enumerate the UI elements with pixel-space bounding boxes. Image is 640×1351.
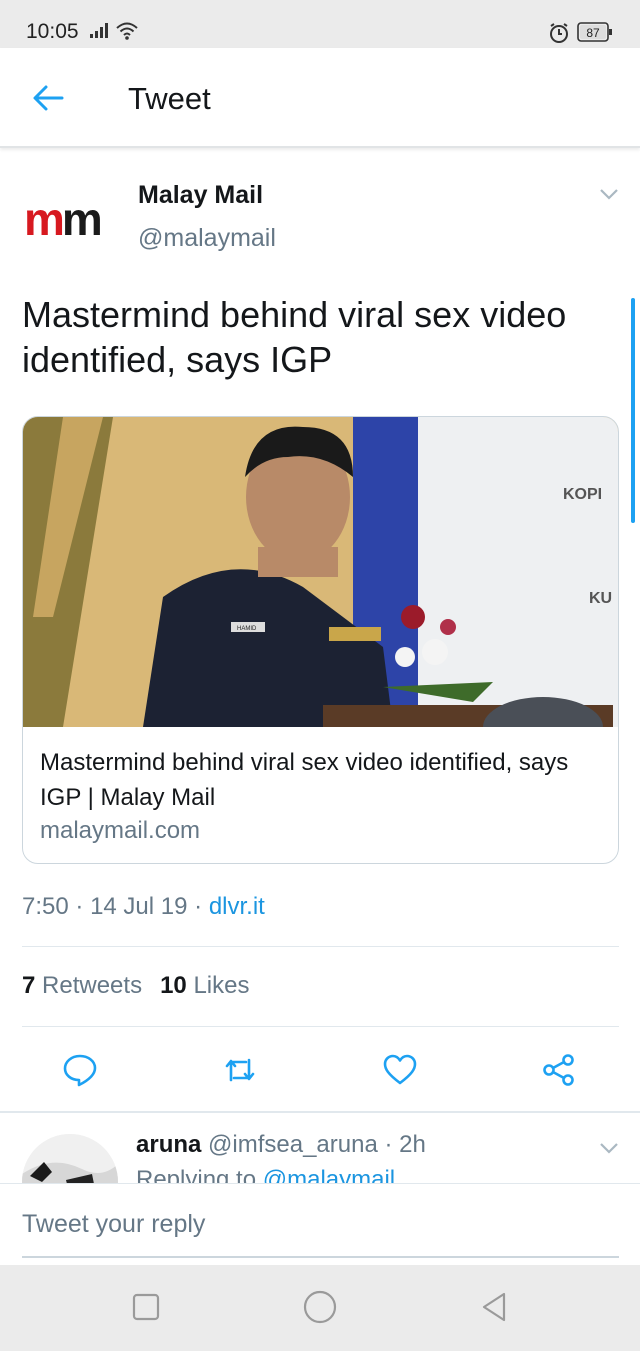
source-link[interactable]: dlvr.it xyxy=(209,893,265,920)
reply-composer: Tweet your reply xyxy=(0,1183,640,1265)
alarm-icon xyxy=(550,23,568,43)
retweet-icon xyxy=(225,1058,255,1082)
system-nav-bar xyxy=(0,1265,640,1351)
retweet-button[interactable] xyxy=(222,1052,258,1088)
wifi-icon xyxy=(116,22,138,40)
reply-input[interactable]: Tweet your reply xyxy=(22,1210,205,1239)
arrow-left-icon xyxy=(33,85,64,111)
reply-header: aruna @imfsea_aruna · 2h xyxy=(136,1131,426,1158)
reply-age: 2h xyxy=(399,1131,426,1158)
signal-icon xyxy=(90,23,108,38)
retweets-stat[interactable]: 7 Retweets xyxy=(22,972,142,999)
app-header: Tweet xyxy=(0,48,640,148)
status-time: 10:05 xyxy=(26,20,79,43)
divider xyxy=(22,1026,619,1027)
card-domain: malaymail.com xyxy=(40,817,201,844)
link-card[interactable]: KOPI KU HAMID Mastermind behind viral se… xyxy=(22,416,619,864)
card-title: Mastermind behind viral sex video identi… xyxy=(40,749,569,811)
divider xyxy=(22,946,619,947)
square-icon xyxy=(132,1293,160,1321)
reply-options-button[interactable] xyxy=(598,1140,620,1156)
heart-icon xyxy=(383,1054,417,1085)
tweet-options-button[interactable] xyxy=(598,186,620,202)
tweet-text: Mastermind behind viral sex video identi… xyxy=(22,294,567,380)
share-button[interactable] xyxy=(541,1052,577,1088)
like-button[interactable] xyxy=(382,1052,418,1088)
author-name[interactable]: Malay Mail xyxy=(138,181,263,210)
share-icon xyxy=(543,1054,574,1086)
input-underline xyxy=(22,1256,619,1258)
reply-author-name[interactable]: aruna xyxy=(136,1131,201,1158)
reply-button[interactable] xyxy=(62,1052,98,1088)
card-image-badge: HAMID xyxy=(237,626,257,632)
card-image-sign-2: KU xyxy=(589,590,612,607)
back-button[interactable] xyxy=(30,80,70,116)
scroll-indicator xyxy=(631,298,635,523)
reply-author-handle[interactable]: @imfsea_aruna xyxy=(208,1131,378,1158)
likes-stat[interactable]: 10 Likes xyxy=(160,972,249,999)
recent-apps-button[interactable] xyxy=(128,1289,164,1325)
system-back-button[interactable] xyxy=(476,1289,512,1325)
battery-icon: 87 xyxy=(577,22,613,47)
card-image-sign-1: KOPI xyxy=(563,486,602,503)
home-button[interactable] xyxy=(302,1289,338,1325)
triangle-back-icon xyxy=(482,1292,506,1322)
card-image: KOPI KU HAMID xyxy=(23,417,618,727)
circle-icon xyxy=(303,1290,337,1324)
author-handle[interactable]: @malaymail xyxy=(138,224,276,253)
status-bar: 10:05 87 xyxy=(0,0,640,48)
page-title: Tweet xyxy=(128,81,211,116)
reply-separator xyxy=(0,1111,640,1113)
author-avatar[interactable]: mm xyxy=(20,170,116,266)
chevron-down-icon xyxy=(600,189,618,200)
battery-level: 87 xyxy=(586,26,600,40)
tweet-timestamp: 7:50 · 14 Jul 19 · dlvr.it xyxy=(22,893,265,920)
malay-mail-logo: mm xyxy=(24,193,103,245)
chevron-down-icon xyxy=(600,1143,618,1154)
engagement-stats: 7 Retweets 10 Likes xyxy=(22,972,249,1000)
comment-icon xyxy=(63,1054,97,1087)
